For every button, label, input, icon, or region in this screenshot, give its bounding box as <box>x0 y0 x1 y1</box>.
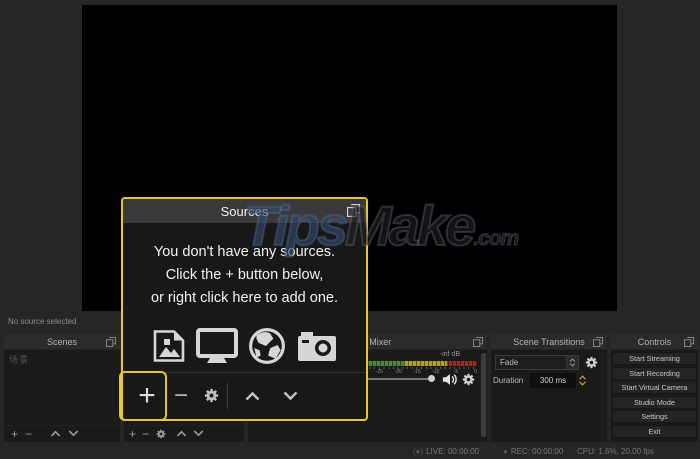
rec-time: REC: 00:00:00 <box>511 447 563 456</box>
sources-popup-toolbar: + − <box>123 372 366 419</box>
chevron-up-icon <box>569 358 576 362</box>
chevron-down-icon <box>578 381 587 386</box>
mixer-scrollbar[interactable] <box>481 353 486 437</box>
audio-level-db-label: -inf dB <box>440 351 460 358</box>
detach-icon[interactable] <box>106 337 116 347</box>
live-time: LIVE: 00:00:00 <box>426 447 479 456</box>
controls-header: Controls <box>611 334 698 350</box>
no-source-selected-label: No source selected <box>8 317 76 326</box>
duration-input[interactable]: 300 ms <box>530 373 576 388</box>
volume-slider-handle[interactable] <box>428 375 435 382</box>
start-recording-button[interactable]: Start Recording <box>612 367 697 380</box>
scene-list-item[interactable]: 场景 <box>4 350 120 369</box>
scene-move-down-button[interactable] <box>68 430 79 437</box>
message-line: Click the + button below, <box>123 264 366 287</box>
controls-title: Controls <box>638 337 672 347</box>
meter-red-zone <box>447 361 477 366</box>
scene-transitions-panel: Scene Transitions Fade Duration 300 ms <box>491 334 607 441</box>
source-move-up-button[interactable] <box>238 387 266 405</box>
rec-icon: ● <box>503 447 508 456</box>
detach-icon[interactable] <box>347 204 360 217</box>
add-source-button[interactable]: + <box>131 381 163 411</box>
add-scene-button[interactable]: + <box>11 428 18 440</box>
mixer-gear-icon[interactable] <box>462 373 475 386</box>
source-move-down-button[interactable] <box>193 430 204 437</box>
sources-popup-title: Sources <box>221 204 269 219</box>
start-virtual-camera-button[interactable]: Start Virtual Camera <box>612 381 697 394</box>
transition-gear-icon[interactable] <box>585 356 598 369</box>
cpu-fps-status: CPU: 1.6%, 20.00 fps <box>577 447 654 456</box>
message-line: or right click here to add one. <box>123 287 366 310</box>
chevron-down-icon <box>569 363 576 367</box>
start-streaming-button[interactable]: Start Streaming <box>612 352 697 365</box>
scenes-panel-title: Scenes <box>47 337 77 347</box>
image-source-icon <box>152 330 186 362</box>
source-move-up-button[interactable] <box>176 430 187 437</box>
globe-source-icon <box>248 327 286 365</box>
tick-label: -20 <box>383 369 402 375</box>
live-status: (●)LIVE: 00:00:00 <box>413 447 479 456</box>
camera-source-icon <box>296 330 338 362</box>
scene-transitions-header: Scene Transitions <box>491 334 607 350</box>
duration-spinner[interactable] <box>578 373 587 388</box>
add-source-button[interactable]: + <box>129 428 136 440</box>
detach-icon[interactable] <box>593 337 603 347</box>
message-line: You don't have any sources. <box>123 241 366 264</box>
meter-yellow-zone <box>404 361 447 366</box>
scene-transitions-title: Scene Transitions <box>513 337 585 347</box>
source-type-icons <box>123 327 366 365</box>
scenes-toolbar: + − <box>4 425 120 441</box>
settings-button[interactable]: Settings <box>612 410 697 423</box>
source-move-down-button[interactable] <box>276 387 304 405</box>
mixer-scrollbar-thumb[interactable] <box>481 353 486 437</box>
sources-popup-header: Sources <box>123 199 366 223</box>
sources-toolbar: + − <box>124 425 244 441</box>
source-properties-gear-icon[interactable] <box>156 429 166 439</box>
remove-scene-button[interactable]: − <box>25 428 32 440</box>
scenes-panel: Scenes 场景 + − <box>4 334 120 441</box>
obs-main-window: No source selected Scenes 场景 + − + − Aud… <box>0 0 700 459</box>
scene-move-up-button[interactable] <box>50 430 61 437</box>
transition-select-spinner[interactable] <box>566 356 578 369</box>
live-icon: (●) <box>413 447 423 456</box>
tick-label: -15 <box>402 369 421 375</box>
controls-panel: Controls Start Streaming Start Recording… <box>611 334 698 441</box>
speaker-icon[interactable] <box>442 373 458 386</box>
controls-buttons: Start Streaming Start Recording Start Vi… <box>612 352 697 438</box>
status-bar: (●)LIVE: 00:00:00 ●REC: 00:00:00 CPU: 1.… <box>0 441 700 459</box>
sources-popup: Sources You don't have any sources. Clic… <box>121 197 368 421</box>
scenes-panel-header: Scenes <box>4 334 120 350</box>
display-source-icon <box>196 328 238 364</box>
detach-icon[interactable] <box>684 337 694 347</box>
exit-button[interactable]: Exit <box>612 425 697 438</box>
remove-source-button[interactable]: − <box>142 428 149 440</box>
transition-selected-value: Fade <box>496 358 566 367</box>
transition-select[interactable]: Fade <box>495 355 579 370</box>
source-properties-gear-icon[interactable] <box>199 387 223 405</box>
rec-status: ●REC: 00:00:00 <box>503 447 563 456</box>
remove-source-button[interactable]: − <box>167 384 195 408</box>
detach-icon[interactable] <box>473 337 483 347</box>
studio-mode-button[interactable]: Studio Mode <box>612 396 697 409</box>
empty-sources-message: You don't have any sources. Click the + … <box>123 241 366 310</box>
toolbar-separator <box>227 383 228 409</box>
duration-label: Duration <box>493 376 523 385</box>
chevron-up-icon <box>578 375 587 380</box>
